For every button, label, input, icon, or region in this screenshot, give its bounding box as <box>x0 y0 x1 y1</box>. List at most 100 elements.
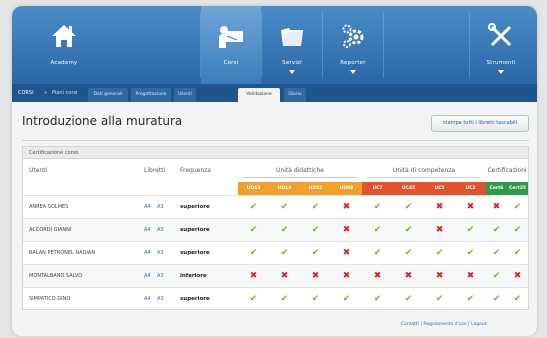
cross-icon[interactable]: ✖ <box>435 225 445 235</box>
nav-separator <box>383 12 384 78</box>
nav-corsi[interactable]: Corsi <box>201 6 261 84</box>
check-icon[interactable]: ✔ <box>373 202 383 212</box>
certification-panel: Certificazione corso Utenti Libretti Fre… <box>22 146 529 310</box>
check-icon[interactable]: ✔ <box>492 225 502 235</box>
page-title: Introduzione alla muratura <box>22 114 183 128</box>
chevron-down-icon <box>350 70 356 74</box>
tab-utenti[interactable]: Utenti <box>174 88 196 102</box>
check-icon[interactable]: ✔ <box>404 248 414 258</box>
check-icon[interactable]: ✔ <box>435 294 445 304</box>
cross-icon[interactable]: ✖ <box>342 202 352 212</box>
cross-icon[interactable]: ✖ <box>342 271 352 281</box>
booklet-link-a3[interactable]: A3 <box>157 250 164 256</box>
check-icon[interactable]: ✔ <box>404 225 414 235</box>
check-icon[interactable]: ✔ <box>466 294 476 304</box>
cross-icon[interactable]: ✖ <box>466 271 476 281</box>
booklet-link-a3[interactable]: A3 <box>157 296 164 302</box>
check-icon[interactable]: ✔ <box>466 248 476 258</box>
code-header-ud43: UD43 <box>238 182 269 195</box>
main-navbar: Academy Corsi Servizi Reporter Strumenti <box>12 6 537 84</box>
check-icon[interactable]: ✔ <box>280 294 290 304</box>
booklet-link-a4[interactable]: A4 <box>144 204 151 210</box>
cross-icon[interactable]: ✖ <box>435 202 445 212</box>
tab-progettazione[interactable]: Progettazione <box>131 88 171 102</box>
check-icon[interactable]: ✔ <box>492 294 502 304</box>
check-icon[interactable]: ✔ <box>280 248 290 258</box>
check-icon[interactable]: ✔ <box>404 294 414 304</box>
tab-diario[interactable]: Diario <box>284 88 306 102</box>
check-icon[interactable]: ✔ <box>466 225 476 235</box>
nav-strumenti[interactable]: Strumenti <box>470 6 532 84</box>
booklet-link-a4[interactable]: A4 <box>144 296 151 302</box>
chevron-down-icon <box>498 70 504 74</box>
cross-icon[interactable]: ✖ <box>513 271 523 281</box>
table-row: MONTALBANO SALVO A4 A3 inferiore ✖ ✖ ✖ ✖ ✖ ✖ ✖ ✖ ✔ ✖ <box>23 264 528 287</box>
code-header-uc2: UC2 <box>455 182 486 195</box>
check-icon[interactable]: ✔ <box>342 294 352 304</box>
check-icon[interactable]: ✔ <box>404 202 414 212</box>
check-icon[interactable]: ✔ <box>373 248 383 258</box>
attendance-value: superiore <box>180 227 210 233</box>
chevron-down-icon <box>289 70 295 74</box>
check-icon[interactable]: ✔ <box>249 202 259 212</box>
check-icon[interactable]: ✔ <box>249 225 259 235</box>
attendance-value: superiore <box>180 250 210 256</box>
check-icon[interactable]: ✔ <box>280 225 290 235</box>
booklet-link-a3[interactable]: A3 <box>157 204 164 210</box>
nav-servizi[interactable]: Servizi <box>262 6 322 84</box>
nav-label-reporter: Reporter <box>340 60 366 66</box>
cross-icon[interactable]: ✖ <box>311 271 321 281</box>
nav-reporter[interactable]: Reporter <box>323 6 383 84</box>
home-icon <box>52 25 76 47</box>
check-icon[interactable]: ✔ <box>513 225 523 235</box>
user-name: MONTALBANO SALVO <box>29 273 83 279</box>
tab-validazione[interactable]: Validazione <box>238 88 280 102</box>
booklet-link-a4[interactable]: A4 <box>144 273 151 279</box>
tab-dati-generali[interactable]: Dati generali <box>88 88 128 102</box>
cross-icon[interactable]: ✖ <box>435 271 445 281</box>
cross-icon[interactable]: ✖ <box>466 202 476 212</box>
cross-icon[interactable]: ✖ <box>492 202 502 212</box>
user-name: ACCORDI GIANNI <box>29 227 72 233</box>
check-icon[interactable]: ✔ <box>311 225 321 235</box>
nav-academy[interactable]: Academy <box>34 6 94 84</box>
code-header-ud98: UD98 <box>331 182 362 195</box>
footer-links[interactable]: Contatti | Regolamento d'uso | Logout <box>401 322 487 327</box>
check-icon[interactable]: ✔ <box>249 294 259 304</box>
check-icon[interactable]: ✔ <box>373 294 383 304</box>
check-icon[interactable]: ✔ <box>311 294 321 304</box>
breadcrumb-root[interactable]: CORSI <box>18 84 34 102</box>
column-header-frequenza: Frequenza <box>180 167 211 174</box>
check-icon[interactable]: ✔ <box>435 248 445 258</box>
group-header-certificazioni: Certificazioni <box>487 167 527 174</box>
check-icon[interactable]: ✔ <box>513 202 523 212</box>
cross-icon[interactable]: ✖ <box>280 271 290 281</box>
booklet-link-a3[interactable]: A3 <box>157 273 164 279</box>
check-icon[interactable]: ✔ <box>492 248 502 258</box>
cross-icon[interactable]: ✖ <box>373 271 383 281</box>
cross-icon[interactable]: ✖ <box>342 248 352 258</box>
breadcrumb-current[interactable]: Piani corsi <box>52 84 77 102</box>
check-icon[interactable]: ✔ <box>513 294 523 304</box>
attendance-value: superiore <box>180 204 210 210</box>
code-header-uc5: UC5 <box>424 182 455 195</box>
booklet-link-a4[interactable]: A4 <box>144 227 151 233</box>
check-icon[interactable]: ✔ <box>513 248 523 258</box>
booklet-link-a3[interactable]: A3 <box>157 227 164 233</box>
cross-icon[interactable]: ✖ <box>249 271 259 281</box>
check-icon[interactable]: ✔ <box>373 225 383 235</box>
booklet-link-a4[interactable]: A4 <box>144 250 151 256</box>
cross-icon[interactable]: ✖ <box>342 225 352 235</box>
code-header-ud19: UD19 <box>269 182 300 195</box>
code-header-cert6: Cert6 <box>486 182 507 195</box>
check-icon[interactable]: ✔ <box>311 202 321 212</box>
print-all-booklets-button[interactable]: stampa tutti i libretti tascabili <box>431 115 529 132</box>
group-header-unita-didattiche: Unità didattiche <box>276 167 324 174</box>
check-icon[interactable]: ✔ <box>492 271 502 281</box>
divider <box>367 177 481 178</box>
cross-icon[interactable]: ✖ <box>404 271 414 281</box>
group-header-unita-competenza: Unità di competenza <box>392 167 456 174</box>
check-icon[interactable]: ✔ <box>311 248 321 258</box>
check-icon[interactable]: ✔ <box>249 248 259 258</box>
check-icon[interactable]: ✔ <box>280 202 290 212</box>
